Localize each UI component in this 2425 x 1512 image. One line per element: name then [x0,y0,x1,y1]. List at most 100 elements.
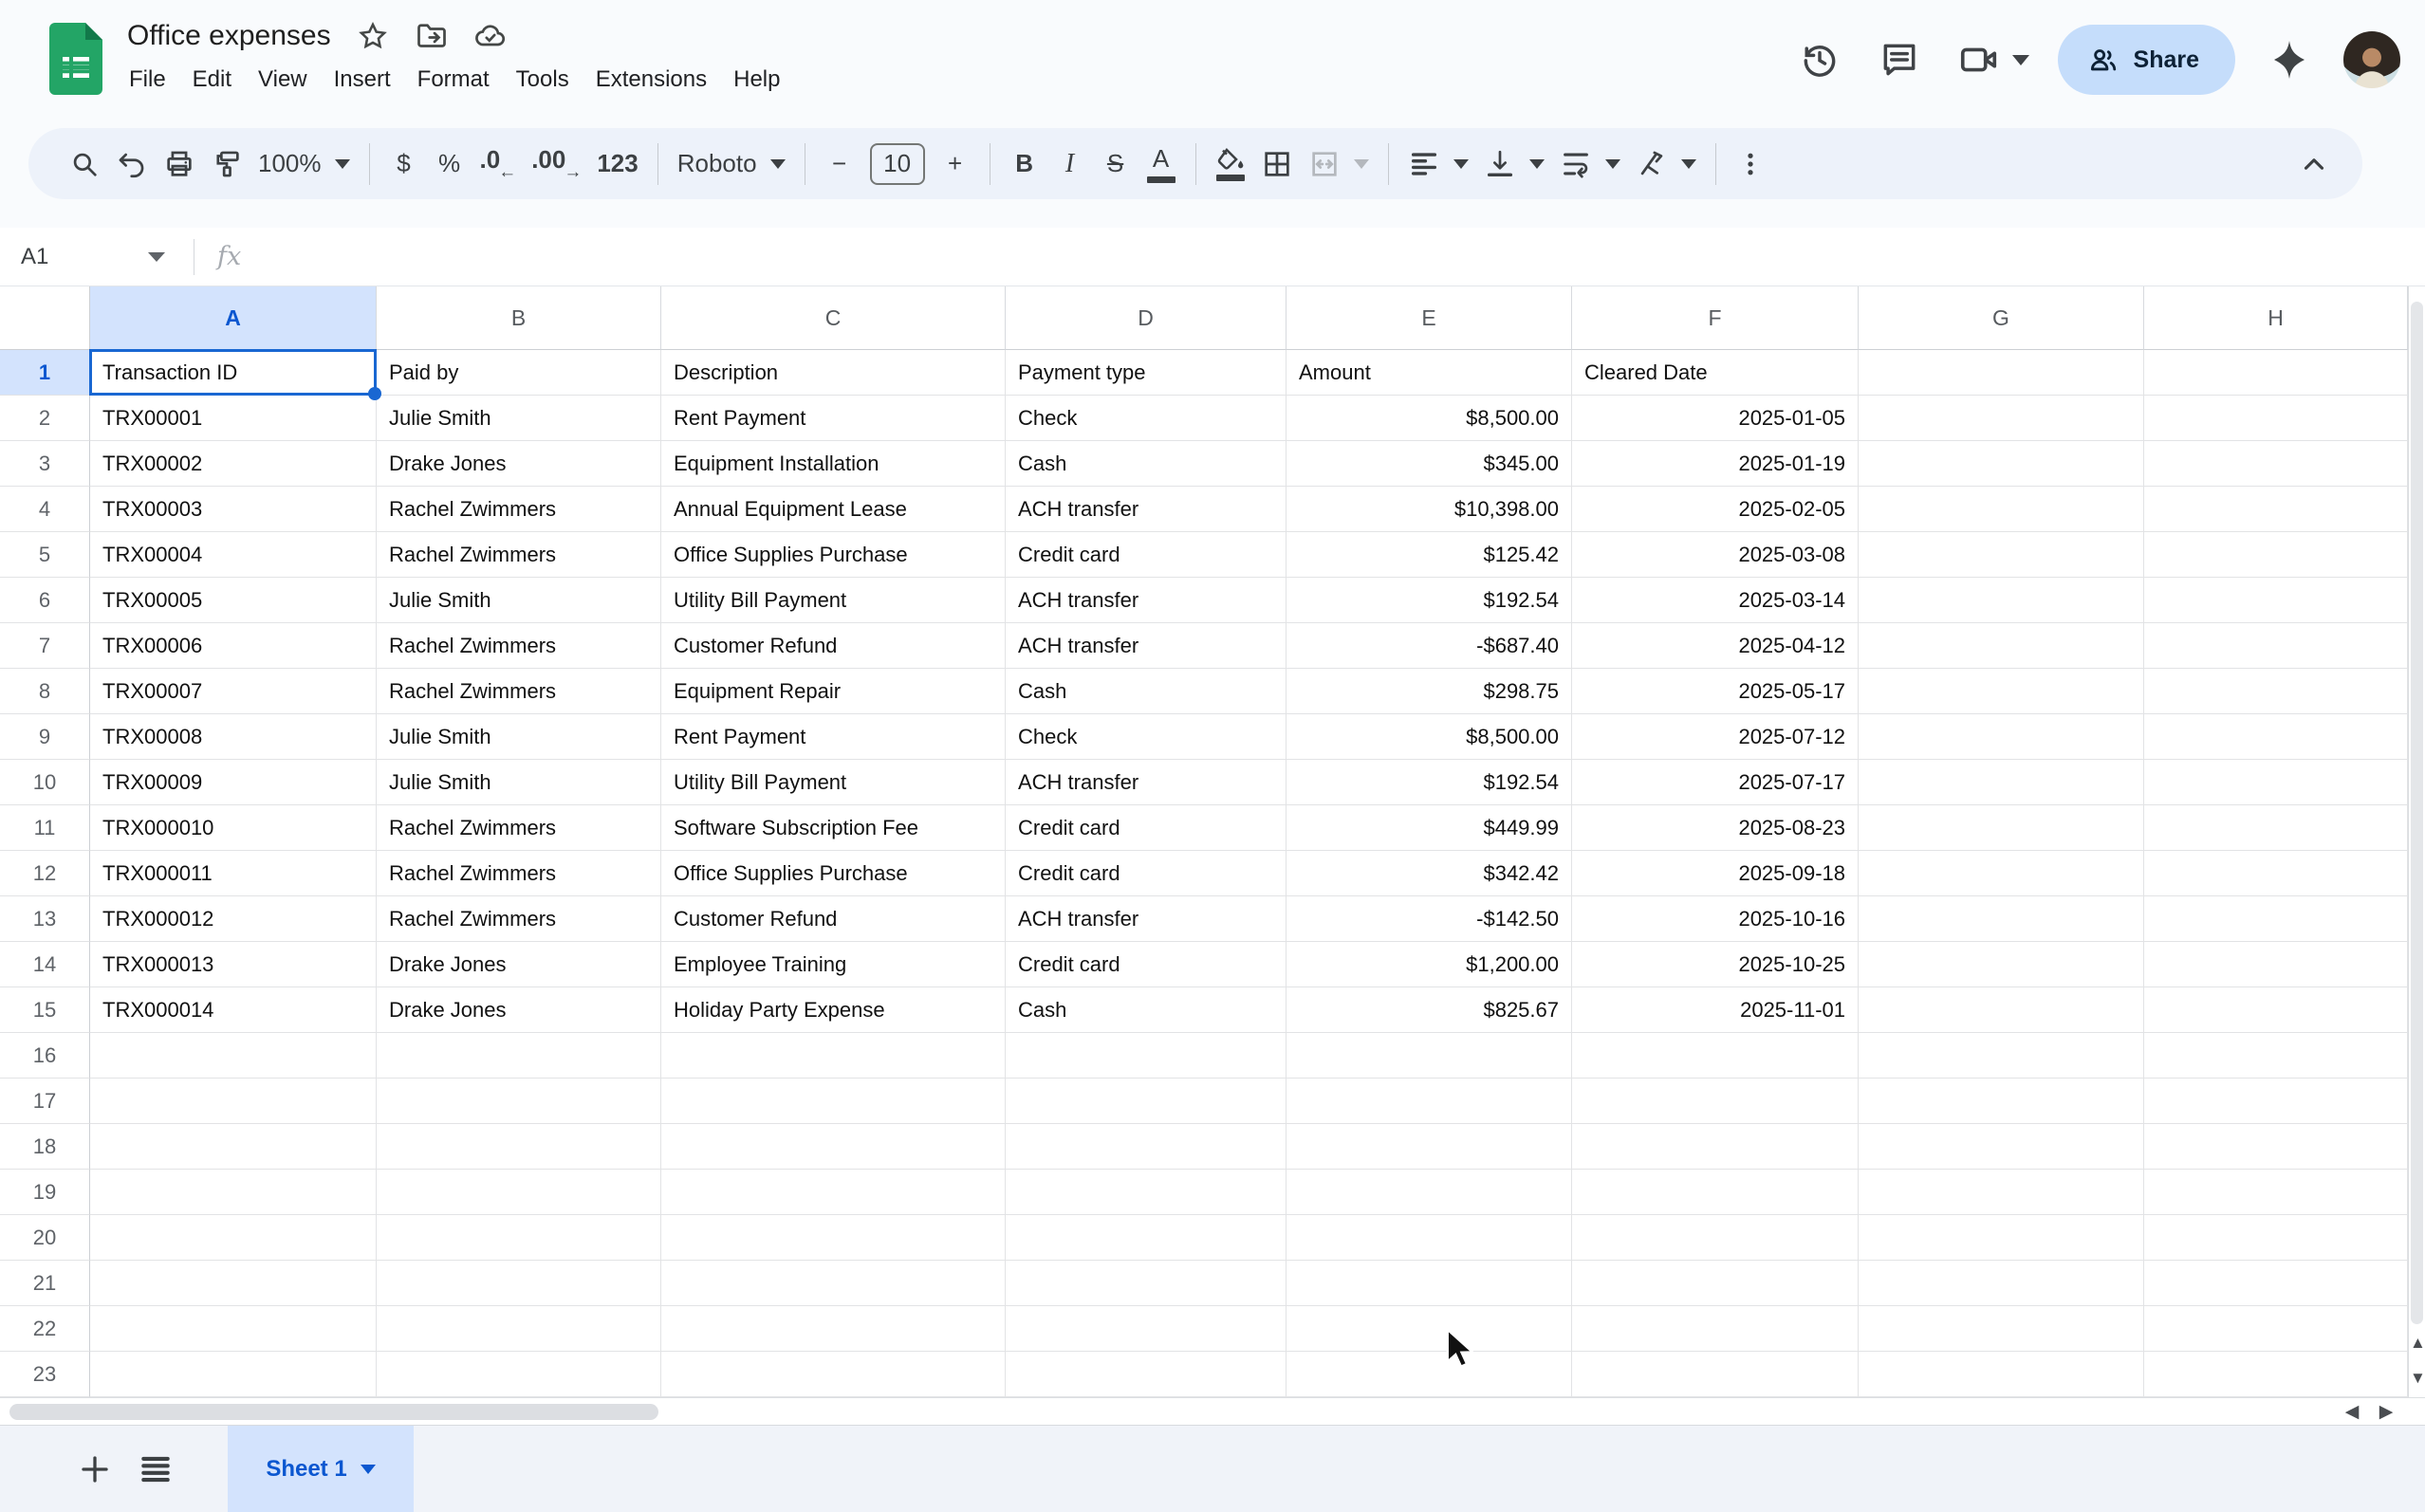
row-header-9[interactable]: 9 [0,714,90,760]
cell-A23[interactable] [90,1352,377,1397]
cell-F5[interactable]: 2025-03-08 [1572,532,1859,578]
video-camera-icon[interactable] [1953,34,2005,85]
cell-D20[interactable] [1006,1215,1287,1261]
move-folder-icon[interactable] [415,19,449,53]
cell-G13[interactable] [1859,896,2144,942]
cell-G1[interactable] [1859,350,2144,396]
cell-B22[interactable] [377,1306,661,1352]
cell-H18[interactable] [2144,1124,2408,1170]
cell-E16[interactable] [1287,1033,1572,1079]
cell-E21[interactable] [1287,1261,1572,1306]
cell-H13[interactable] [2144,896,2408,942]
join-call-button[interactable] [1953,34,2029,85]
cell-D23[interactable] [1006,1352,1287,1397]
undo-icon[interactable] [108,138,156,191]
name-box-caret-icon[interactable] [148,252,165,262]
cell-F23[interactable] [1572,1352,1859,1397]
row-header-17[interactable]: 17 [0,1079,90,1124]
cell-B8[interactable]: Rachel Zwimmers [377,669,661,714]
row-header-18[interactable]: 18 [0,1124,90,1170]
cell-A15[interactable]: TRX000014 [90,987,377,1033]
cell-D18[interactable] [1006,1124,1287,1170]
decrease-font-size-button[interactable]: − [817,138,862,191]
cell-G19[interactable] [1859,1170,2144,1215]
print-icon[interactable] [156,138,203,191]
vertical-align-caret-icon[interactable] [1529,159,1545,169]
menu-view[interactable]: View [245,59,321,101]
horizontal-align-icon[interactable] [1400,138,1476,191]
strikethrough-button[interactable]: S [1093,138,1138,191]
zoom-select-button[interactable]: 100% [250,138,358,191]
cell-G22[interactable] [1859,1306,2144,1352]
cell-E6[interactable]: $192.54 [1287,578,1572,623]
row-header-16[interactable]: 16 [0,1033,90,1079]
cell-A1[interactable]: Transaction ID [90,350,377,396]
name-box[interactable]: A1 [0,244,142,270]
vertical-scrollbar[interactable]: ▲ ▼ [2408,286,2425,1397]
cell-B16[interactable] [377,1033,661,1079]
cell-D14[interactable]: Credit card [1006,942,1287,987]
cell-B21[interactable] [377,1261,661,1306]
cell-B12[interactable]: Rachel Zwimmers [377,851,661,896]
cell-B14[interactable]: Drake Jones [377,942,661,987]
cell-D21[interactable] [1006,1261,1287,1306]
cell-D16[interactable] [1006,1033,1287,1079]
italic-button[interactable]: I [1047,138,1093,191]
cell-B9[interactable]: Julie Smith [377,714,661,760]
cell-H5[interactable] [2144,532,2408,578]
cell-H7[interactable] [2144,623,2408,669]
cell-F8[interactable]: 2025-05-17 [1572,669,1859,714]
cell-B20[interactable] [377,1215,661,1261]
scroll-right-arrow-icon[interactable]: ▶ [2376,1402,2397,1423]
cell-C6[interactable]: Utility Bill Payment [661,578,1006,623]
all-sheets-menu-icon[interactable] [125,1426,186,1512]
cell-F15[interactable]: 2025-11-01 [1572,987,1859,1033]
row-header-21[interactable]: 21 [0,1261,90,1306]
cell-C19[interactable] [661,1170,1006,1215]
format-as-currency-button[interactable]: $ [381,138,427,191]
vertical-align-icon[interactable] [1476,138,1552,191]
cell-A8[interactable]: TRX00007 [90,669,377,714]
cell-A4[interactable]: TRX00003 [90,487,377,532]
row-header-15[interactable]: 15 [0,987,90,1033]
cell-G15[interactable] [1859,987,2144,1033]
cell-G11[interactable] [1859,805,2144,851]
cell-D1[interactable]: Payment type [1006,350,1287,396]
cell-C5[interactable]: Office Supplies Purchase [661,532,1006,578]
cell-D19[interactable] [1006,1170,1287,1215]
cell-F3[interactable]: 2025-01-19 [1572,441,1859,487]
cell-A6[interactable]: TRX00005 [90,578,377,623]
cell-C23[interactable] [661,1352,1006,1397]
font-family-caret-icon[interactable] [770,159,786,169]
row-header-4[interactable]: 4 [0,487,90,532]
decrease-decimal-places-button[interactable]: .0← [472,138,525,191]
cell-D9[interactable]: Check [1006,714,1287,760]
cell-E23[interactable] [1287,1352,1572,1397]
cell-A18[interactable] [90,1124,377,1170]
font-size-button[interactable]: 10 [862,138,933,191]
cell-A2[interactable]: TRX00001 [90,396,377,441]
cell-H1[interactable] [2144,350,2408,396]
paint-format-icon[interactable] [203,138,250,191]
text-rotation-caret-icon[interactable] [1681,159,1696,169]
more-toolbar-options-icon[interactable] [1728,138,1773,191]
cell-A10[interactable]: TRX00009 [90,760,377,805]
row-header-2[interactable]: 2 [0,396,90,441]
cell-B11[interactable]: Rachel Zwimmers [377,805,661,851]
cell-G6[interactable] [1859,578,2144,623]
cell-F2[interactable]: 2025-01-05 [1572,396,1859,441]
menu-edit[interactable]: Edit [179,59,245,101]
cell-D8[interactable]: Cash [1006,669,1287,714]
cell-A5[interactable]: TRX00004 [90,532,377,578]
row-header-7[interactable]: 7 [0,623,90,669]
cell-B3[interactable]: Drake Jones [377,441,661,487]
cell-F22[interactable] [1572,1306,1859,1352]
cloud-saved-icon[interactable] [473,19,508,53]
cell-B10[interactable]: Julie Smith [377,760,661,805]
formula-input[interactable] [241,228,2425,286]
row-header-6[interactable]: 6 [0,578,90,623]
column-header-F[interactable]: F [1572,286,1859,350]
cell-D5[interactable]: Credit card [1006,532,1287,578]
row-header-8[interactable]: 8 [0,669,90,714]
cell-H4[interactable] [2144,487,2408,532]
